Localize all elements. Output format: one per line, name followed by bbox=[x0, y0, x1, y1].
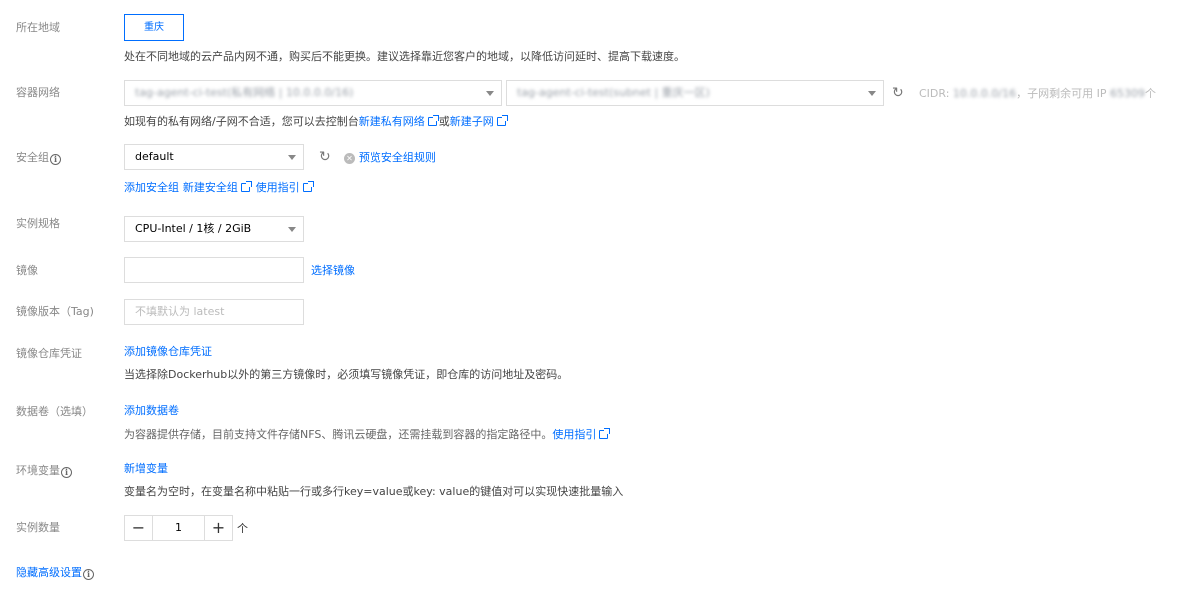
info-icon[interactable]: i bbox=[50, 154, 61, 165]
available-ip-value: 65309 bbox=[1109, 87, 1145, 100]
volume-hint: 为容器提供存储，目前支持文件存储NFS、腾讯云硬盘，还需挂载到容器的指定路径中。… bbox=[124, 427, 611, 443]
security-group-guide-link[interactable]: 使用指引 bbox=[256, 181, 300, 194]
refresh-security-group-icon[interactable]: ↻ bbox=[319, 149, 331, 165]
network-hint-text: 如现有的私有网络/子网不合适，您可以去控制台 bbox=[124, 115, 359, 128]
chevron-down-icon bbox=[288, 227, 296, 232]
vpc-select-value: tag-agent-ci-test(私有网络 | 10.0.0.0/16) bbox=[135, 86, 354, 99]
available-ip-prefix: ，子网剩余可用 IP bbox=[1016, 87, 1107, 100]
volume-guide-link[interactable]: 使用指引 bbox=[552, 428, 596, 441]
create-vpc-link[interactable]: 新建私有网络 bbox=[359, 115, 425, 128]
preview-rules[interactable]: ✕ 预览安全组规则 bbox=[344, 150, 436, 166]
vpc-select[interactable]: tag-agent-ci-test(私有网络 | 10.0.0.0/16) bbox=[124, 80, 502, 106]
external-link-icon bbox=[240, 181, 252, 192]
security-group-links: 添加安全组 新建安全组 使用指引 bbox=[124, 180, 314, 196]
image-tag-label: 镜像版本（Tag) bbox=[16, 305, 94, 318]
instance-count-value[interactable]: 1 bbox=[152, 516, 205, 540]
external-link-icon bbox=[599, 428, 611, 439]
external-link-icon bbox=[496, 115, 508, 126]
env-label-text: 环境变量 bbox=[16, 464, 60, 477]
create-security-group-link[interactable]: 新建安全组 bbox=[183, 181, 238, 194]
spec-select[interactable]: CPU-Intel / 1核 / 2GiB bbox=[124, 216, 304, 242]
toggle-advanced-settings[interactable]: 隐藏高级设置 i bbox=[16, 565, 94, 581]
available-ip-suffix: 个 bbox=[1144, 87, 1156, 100]
decrement-button[interactable]: − bbox=[125, 516, 152, 540]
preview-security-rules-link[interactable]: 预览安全组规则 bbox=[359, 151, 436, 164]
add-registry-credential-link[interactable]: 添加镜像仓库凭证 bbox=[124, 344, 212, 360]
count-unit: 个 bbox=[237, 522, 248, 535]
image-tag-placeholder: 不填默认为 latest bbox=[135, 305, 225, 318]
image-input[interactable] bbox=[124, 257, 304, 283]
refresh-network-icon[interactable]: ↻ bbox=[892, 85, 904, 101]
instance-count-stepper[interactable]: − 1 + bbox=[124, 515, 233, 541]
cidr-info: CIDR: 10.0.0.0/16，子网剩余可用 IP 65309个 bbox=[919, 86, 1156, 102]
subnet-select[interactable]: tag-agent-ci-test(subnet | 重庆一区) bbox=[506, 80, 884, 106]
info-icon[interactable]: i bbox=[61, 467, 72, 478]
increment-button[interactable]: + bbox=[205, 516, 232, 540]
count-label: 实例数量 bbox=[16, 521, 60, 534]
subnet-select-value: tag-agent-ci-test(subnet | 重庆一区) bbox=[517, 86, 710, 99]
info-icon[interactable]: i bbox=[83, 569, 94, 580]
image-label: 镜像 bbox=[16, 264, 38, 277]
env-hint: 变量名为空时，在变量名称中粘贴一行或多行key=value或key: value… bbox=[124, 485, 624, 498]
security-group-value: default bbox=[135, 150, 174, 163]
volume-hint-text: 为容器提供存储，目前支持文件存储NFS、腾讯云硬盘，还需挂载到容器的指定路径中。 bbox=[124, 428, 553, 441]
spec-label: 实例规格 bbox=[16, 217, 60, 230]
env-label: 环境变量 i bbox=[16, 463, 72, 479]
security-group-select[interactable]: default bbox=[124, 144, 304, 170]
external-link-icon bbox=[302, 181, 314, 192]
network-label: 容器网络 bbox=[16, 86, 60, 99]
chevron-down-icon bbox=[486, 91, 494, 96]
chevron-down-icon bbox=[288, 155, 296, 160]
region-label: 所在地域 bbox=[16, 21, 60, 34]
add-security-group-link[interactable]: 添加安全组 bbox=[124, 181, 179, 194]
image-tag-input[interactable]: 不填默认为 latest bbox=[124, 299, 304, 325]
volume-label: 数据卷（选填） bbox=[16, 405, 93, 418]
add-env-variable-link[interactable]: 新增变量 bbox=[124, 461, 168, 477]
chevron-down-icon bbox=[868, 91, 876, 96]
network-hint: 如现有的私有网络/子网不合适，您可以去控制台新建私有网络 或新建子网 bbox=[124, 114, 508, 130]
security-group-label-text: 安全组 bbox=[16, 151, 49, 164]
hide-advanced-settings-link[interactable]: 隐藏高级设置 bbox=[16, 566, 82, 579]
external-link-icon bbox=[427, 115, 439, 126]
select-image-link[interactable]: 选择镜像 bbox=[311, 263, 355, 279]
cidr-label: CIDR: bbox=[919, 87, 950, 100]
network-hint-or: 或 bbox=[438, 115, 450, 128]
registry-label: 镜像仓库凭证 bbox=[16, 347, 82, 360]
region-button[interactable]: 重庆 bbox=[124, 14, 184, 41]
create-subnet-link[interactable]: 新建子网 bbox=[450, 115, 494, 128]
security-group-label: 安全组 i bbox=[16, 150, 61, 166]
cidr-value: 10.0.0.0/16 bbox=[952, 87, 1017, 100]
add-volume-link[interactable]: 添加数据卷 bbox=[124, 403, 179, 419]
close-circle-icon: ✕ bbox=[344, 153, 355, 164]
spec-value: CPU-Intel / 1核 / 2GiB bbox=[135, 222, 252, 235]
registry-hint: 当选择除Dockerhub以外的第三方镜像时，必须填写镜像凭证，即仓库的访问地址… bbox=[124, 368, 569, 381]
region-hint: 处在不同地域的云产品内网不通，购买后不能更换。建议选择靠近您客户的地域，以降低访… bbox=[124, 50, 685, 63]
